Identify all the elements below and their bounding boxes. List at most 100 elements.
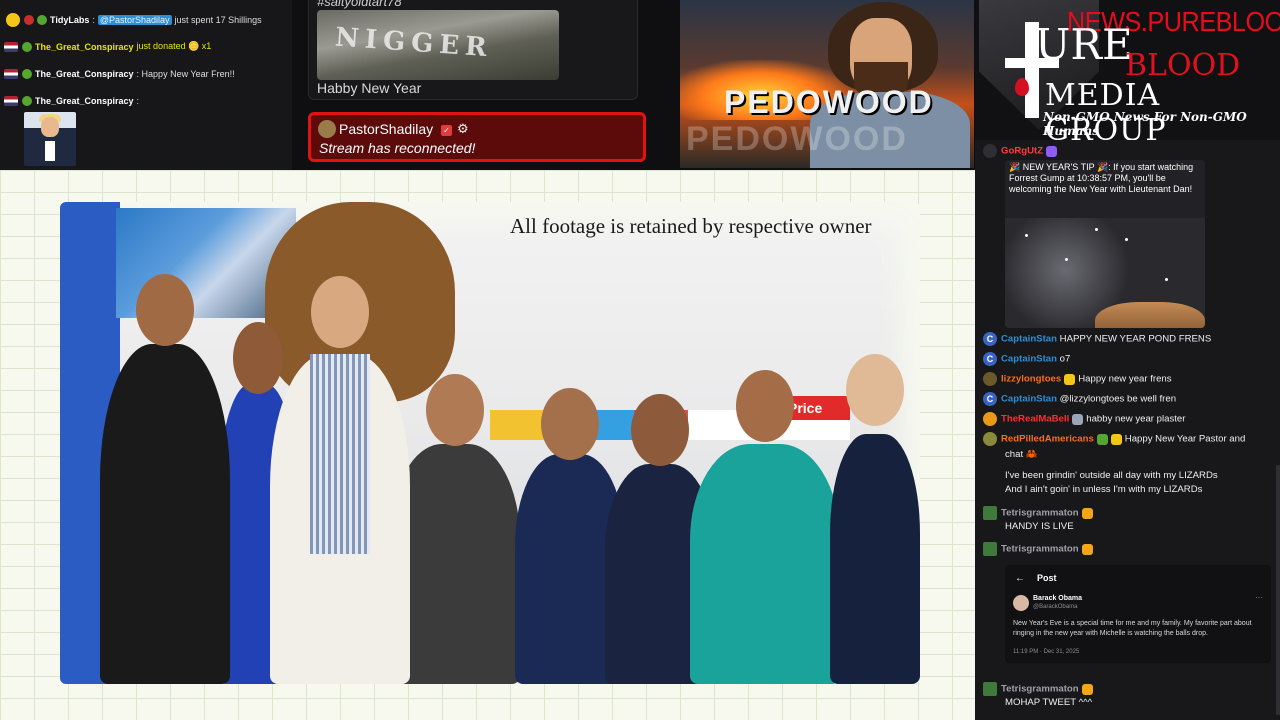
- overlay-chat-user: The_Great_Conspiracy: [35, 95, 134, 106]
- striped-shirt: [310, 354, 370, 554]
- badge-icon: [22, 68, 32, 79]
- chat-text: @lizzylongtoes be well fren: [1059, 393, 1177, 405]
- confetti-dot: [1125, 238, 1128, 241]
- person-head: [136, 274, 194, 346]
- chat-message: Tetrisgrammaton: [983, 682, 1096, 697]
- overlay-chat-text: : Happy New Year Fren!!: [136, 68, 235, 79]
- alert-message: Stream has reconnected!: [319, 140, 476, 156]
- chat-message-continuation: chat 🦀: [1005, 449, 1038, 460]
- avatar: [983, 506, 997, 520]
- party-gif: [1005, 218, 1205, 328]
- media-share-caption: Habby New Year: [317, 80, 422, 96]
- tip-card: 🎉 NEW YEAR'S TIP 🎉: If you start watchin…: [1005, 160, 1205, 328]
- person-head: [846, 354, 904, 426]
- overlay-chat-row: TidyLabs : @PastorShadilay just spent 17…: [4, 6, 288, 33]
- back-arrow-icon: ←: [1015, 573, 1025, 584]
- tweet-embed: ← Post Barack Obama @BarackObama ··· New…: [1005, 565, 1271, 663]
- chat-user[interactable]: Tetrisgrammaton: [1001, 544, 1079, 555]
- avatar: [1013, 595, 1029, 611]
- chat-user[interactable]: Tetrisgrammaton: [1001, 508, 1079, 519]
- media-share-user: #saltyoldtart78: [317, 0, 402, 9]
- overlay-chat-row: The_Great_Conspiracy just donated 🪙 x1: [4, 33, 288, 60]
- overlay-chat-user: The_Great_Conspiracy: [35, 41, 134, 52]
- stream-layout: TidyLabs : @PastorShadilay just spent 17…: [0, 0, 1280, 720]
- tweet-time: 11:19 PM · Dec 31, 2025: [1013, 649, 1080, 655]
- checkmark-icon: ✓: [441, 125, 452, 136]
- overlay-chat-user: TidyLabs: [50, 14, 90, 25]
- chat-scrollbar[interactable]: [1276, 465, 1280, 715]
- tweet-text: New Year's Eve is a special time for me …: [1013, 620, 1252, 637]
- overlay-chat-user: The_Great_Conspiracy: [35, 68, 134, 79]
- overlay-chat-colon: :: [92, 14, 95, 25]
- chat-text: o7: [1059, 353, 1071, 365]
- overlay-chat-text: just spent 17 Shillings: [174, 14, 262, 25]
- media-share-thumbnail[interactable]: NIGGER: [317, 10, 559, 80]
- chat-user[interactable]: RedPilledAmericans: [1001, 434, 1094, 445]
- cake-graphic: [1095, 302, 1205, 328]
- chat-panel: GoRgUtZ 🎉 NEW YEAR'S TIP 🎉: If you start…: [975, 140, 1280, 720]
- brand-tagline: Non-GMO News For Non-GMO Humans: [1043, 110, 1247, 138]
- lyric-line: And I ain't goin' in unless I'm with my …: [1005, 484, 1203, 495]
- chat-text: MOHAP TWEET ^^^: [1005, 697, 1093, 708]
- chat-text: habby new year plaster: [1086, 413, 1186, 425]
- pedowood-thumbnail: PEDOWOOD PEDOWOOD: [680, 0, 974, 168]
- chat-message: C CaptainStan o7: [983, 352, 1070, 367]
- chat-message: RedPilledAmericans Happy New Year Pastor …: [983, 432, 1245, 447]
- chat-user[interactable]: TheRealMaBell: [1001, 414, 1069, 425]
- brand-word-pure: URE: [1035, 20, 1133, 69]
- thumbnail-title: PEDOWOOD: [724, 84, 934, 120]
- alert-user: PastorShadilay: [339, 121, 434, 137]
- footage-caption: All footage is retained by respective ow…: [510, 214, 872, 238]
- main-video[interactable]: Price All footage is retained by respect…: [0, 170, 975, 720]
- person: [270, 276, 410, 684]
- avatar: [983, 542, 997, 556]
- chat-user[interactable]: Tetrisgrammaton: [1001, 684, 1079, 695]
- thumbnail-text: NIGGER: [334, 22, 494, 64]
- tweet-header: Post: [1037, 573, 1057, 583]
- avatar: [983, 412, 997, 426]
- person-head: [631, 394, 689, 466]
- person: [100, 274, 230, 684]
- emote-icon: [1072, 413, 1084, 425]
- tip-text: 🎉 NEW YEAR'S TIP 🎉: If you start watchin…: [1009, 162, 1194, 194]
- badge-icon: [1096, 433, 1108, 445]
- tweet-author: Barack Obama: [1033, 595, 1083, 602]
- avatar: [983, 432, 997, 446]
- person-head: [311, 276, 369, 348]
- chat-user[interactable]: CaptainStan: [1001, 394, 1057, 405]
- gif-face: [41, 117, 59, 137]
- flag-icon: [4, 68, 18, 79]
- avatar: [983, 144, 997, 158]
- chat-user[interactable]: lizzylongtoes: [1001, 374, 1061, 385]
- emote-icon: [1110, 433, 1122, 445]
- overlay-chat-text: just donated 🪙 x1: [136, 41, 212, 51]
- chat-user[interactable]: GoRgUtZ: [1001, 146, 1043, 157]
- confetti-dot: [1095, 228, 1098, 231]
- overlay-chat-mention: @PastorShadilay: [97, 14, 172, 25]
- flag-icon: [4, 41, 18, 52]
- more-icon: ···: [1255, 593, 1263, 602]
- emote-icon: [1081, 507, 1093, 519]
- chat-text: Happy new year frens: [1078, 373, 1172, 385]
- coin-icon: [6, 12, 20, 27]
- gear-icon[interactable]: ⚙: [457, 121, 469, 137]
- person: [830, 354, 920, 684]
- emote-icon: [1081, 543, 1093, 555]
- overlay-chat-row: The_Great_Conspiracy : Happy New Year Fr…: [4, 60, 288, 87]
- overlay-chat-text: :: [136, 95, 140, 106]
- overlay-chat: TidyLabs : @PastorShadilay just spent 17…: [0, 0, 292, 170]
- badge-icon: [22, 41, 32, 52]
- avatar: C: [983, 352, 997, 366]
- brand-banner: NEWS.PUREBLOOD.MEDIA URE BLOOD MEDIA GRO…: [975, 0, 1280, 140]
- chat-text: HAPPY NEW YEAR POND FRENS: [1059, 333, 1212, 345]
- chat-user[interactable]: CaptainStan: [1001, 334, 1057, 345]
- chat-message: TheRealMaBell habby new year plaster: [983, 412, 1185, 427]
- blood-drop-icon: [1015, 78, 1029, 96]
- sub-badge-icon: [1046, 145, 1058, 157]
- person: [690, 370, 840, 684]
- media-share-card: #saltyoldtart78 NIGGER Habby New Year: [308, 0, 638, 100]
- flag-icon: [4, 95, 18, 106]
- chat-user[interactable]: CaptainStan: [1001, 354, 1057, 365]
- confetti-dot: [1025, 234, 1028, 237]
- badge-icon: [24, 14, 34, 25]
